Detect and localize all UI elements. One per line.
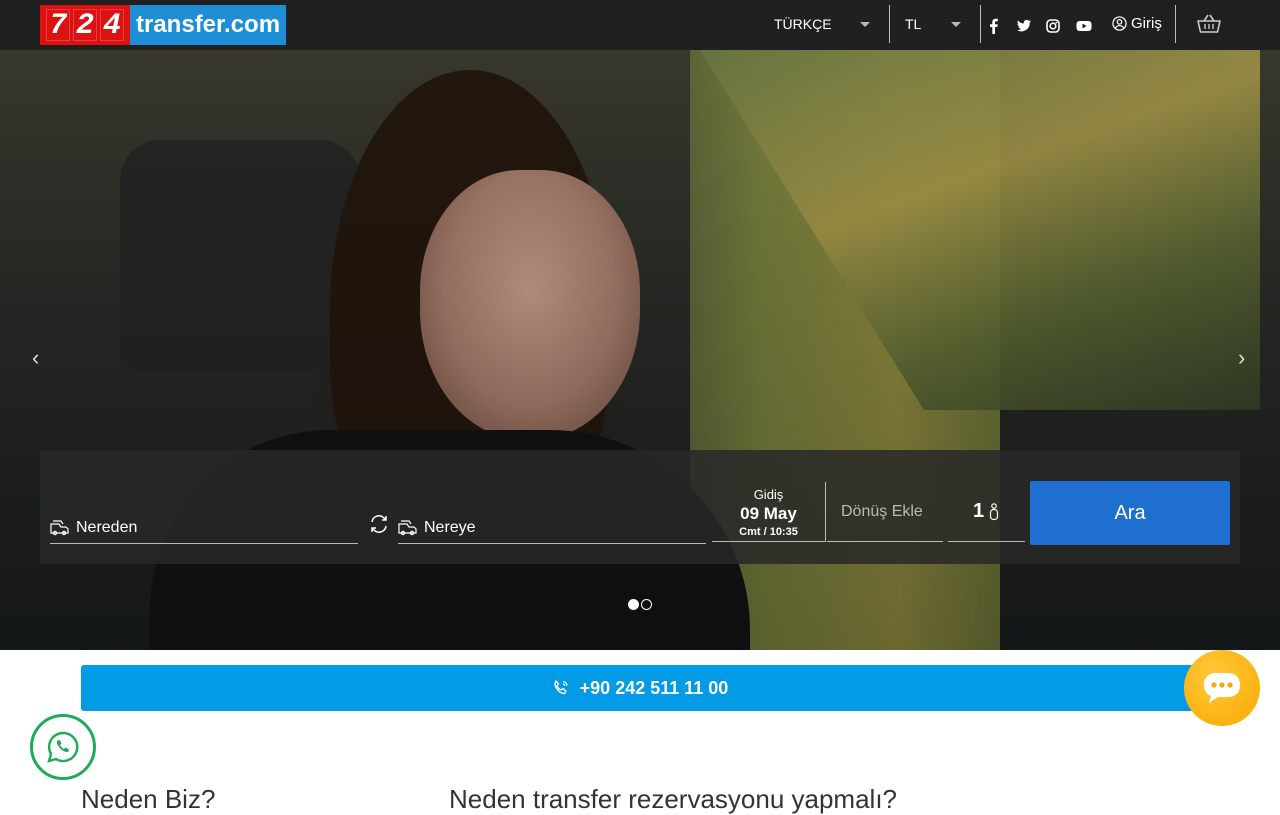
vehicle-icon	[50, 519, 69, 535]
from-placeholder: Nereden	[76, 518, 138, 536]
departure-time: Cmt / 10:35	[739, 526, 798, 538]
passenger-count: 1	[972, 500, 985, 522]
slider-dot-active[interactable]	[628, 599, 639, 610]
transfer-search-panel: Nereden Nereye Gidiş 09 May Cmt / 10:35 …	[40, 450, 1240, 564]
whatsapp-icon	[47, 731, 79, 763]
logo-digit: 2	[73, 9, 97, 42]
passenger-count-field[interactable]: 1	[948, 482, 1025, 542]
departure-label: Gidiş	[753, 487, 784, 502]
login-label: Giriş	[1131, 15, 1162, 32]
youtube-icon[interactable]	[1075, 17, 1093, 35]
vehicle-icon	[398, 519, 417, 535]
slider-dots	[628, 599, 652, 610]
live-chat-button[interactable]	[1184, 650, 1260, 726]
swap-icon[interactable]	[368, 512, 390, 536]
slider-next-button[interactable]: ›	[1238, 345, 1245, 371]
user-icon	[1112, 16, 1127, 31]
divider	[980, 5, 981, 43]
facebook-icon[interactable]	[985, 17, 1003, 35]
departure-date: 09 May	[740, 504, 797, 523]
slider-dot[interactable]	[641, 599, 652, 610]
divider	[889, 5, 890, 43]
basket-icon[interactable]	[1196, 12, 1222, 36]
person-icon	[989, 502, 999, 520]
to-field[interactable]: Nereye	[398, 512, 706, 544]
language-select[interactable]: TÜRKÇE	[774, 16, 832, 32]
departure-date-picker[interactable]: Gidiş 09 May Cmt / 10:35	[712, 482, 826, 542]
login-link[interactable]: Giriş	[1112, 15, 1162, 32]
top-navbar: 7 2 4 transfer.com TÜRKÇE TL Giriş	[0, 0, 1280, 50]
phone-icon	[553, 680, 568, 695]
phone-contact-bar[interactable]: +90 242 511 11 00	[81, 665, 1199, 711]
divider	[1175, 5, 1176, 43]
search-button[interactable]: Ara	[1030, 481, 1230, 545]
phone-number: +90 242 511 11 00	[579, 677, 729, 698]
chevron-down-icon	[860, 22, 870, 27]
logo-number-block: 7 2 4	[40, 5, 130, 45]
chevron-down-icon	[951, 22, 961, 27]
chat-bubble-icon	[1204, 673, 1240, 703]
from-field[interactable]: Nereden	[50, 512, 358, 544]
logo-digit: 4	[100, 9, 124, 42]
logo-digit: 7	[46, 9, 70, 42]
logo-text: transfer.com	[130, 5, 286, 45]
twitter-icon[interactable]	[1015, 17, 1033, 35]
currency-select[interactable]: TL	[905, 16, 921, 32]
add-return-button[interactable]: Dönüş Ekle	[827, 482, 943, 542]
slider-prev-button[interactable]: ‹	[32, 345, 39, 371]
to-placeholder: Nereye	[424, 518, 476, 536]
hero-slider: ‹ › Nereden Nereye Gidiş 09 May Cmt / 10…	[0, 50, 1280, 650]
site-logo[interactable]: 7 2 4 transfer.com	[40, 5, 286, 45]
instagram-icon[interactable]	[1044, 17, 1062, 35]
whatsapp-button[interactable]	[30, 714, 96, 780]
